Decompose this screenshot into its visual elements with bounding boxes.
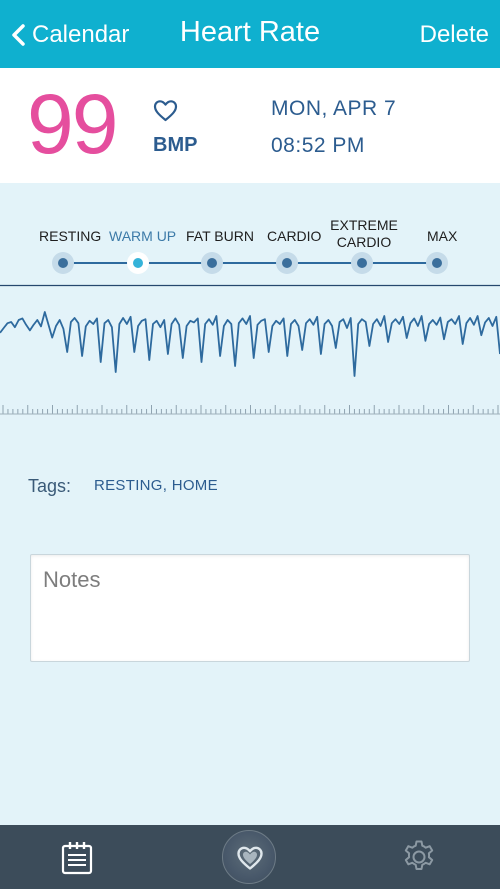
heart-rate-zones: RESTING WARM UP FAT BURN CARDIO EXTREME … xyxy=(0,214,500,274)
tab-calendar-log[interactable] xyxy=(58,840,96,876)
tags-value[interactable]: RESTING, HOME xyxy=(94,477,218,494)
waveform-line xyxy=(0,311,500,377)
zone-label-resting: RESTING xyxy=(39,228,102,244)
zone-dot-max[interactable] xyxy=(426,252,448,274)
zone-label-max: MAX xyxy=(427,228,458,244)
delete-button[interactable]: Delete xyxy=(420,21,489,49)
zone-label-extreme-line2: CARDIO xyxy=(336,234,392,250)
heart-rate-unit: BMP xyxy=(153,134,198,156)
heart-icon xyxy=(237,846,263,870)
tab-settings[interactable] xyxy=(401,839,437,875)
zone-dot-fat-burn[interactable] xyxy=(201,252,223,274)
bottom-tab-bar xyxy=(0,825,500,889)
heart-outline-icon xyxy=(153,100,178,122)
calendar-list-icon xyxy=(61,842,93,875)
waveform-tick-axis xyxy=(2,405,499,414)
zone-label-extreme-cardio: EXTREME CARDIO xyxy=(330,217,398,251)
zone-dot-resting[interactable] xyxy=(52,252,74,274)
zone-label-cardio: CARDIO xyxy=(267,228,322,244)
top-bar: Calendar Heart Rate Delete xyxy=(0,0,500,68)
reading-time: 08:52 PM xyxy=(271,134,365,157)
zone-label-extreme-line1: EXTREME xyxy=(330,217,398,233)
notes-field[interactable] xyxy=(30,554,470,662)
reading-date: MON, APR 7 xyxy=(271,97,397,120)
zone-dot-extreme-cardio[interactable] xyxy=(351,252,373,274)
zone-label-warm-up: WARM UP xyxy=(109,228,177,244)
zone-track xyxy=(63,262,438,264)
heart-rate-waveform xyxy=(0,284,500,415)
zone-label-fat-burn: FAT BURN xyxy=(186,228,254,244)
reading-header: 99 BMP MON, APR 7 08:52 PM xyxy=(0,68,500,183)
tags-label: Tags: xyxy=(28,476,72,496)
zone-dot-warm-up[interactable] xyxy=(127,252,149,274)
heart-rate-value: 99 xyxy=(27,77,118,171)
tab-measure[interactable] xyxy=(222,830,276,884)
gear-icon xyxy=(404,840,434,870)
zone-dot-cardio[interactable] xyxy=(276,252,298,274)
